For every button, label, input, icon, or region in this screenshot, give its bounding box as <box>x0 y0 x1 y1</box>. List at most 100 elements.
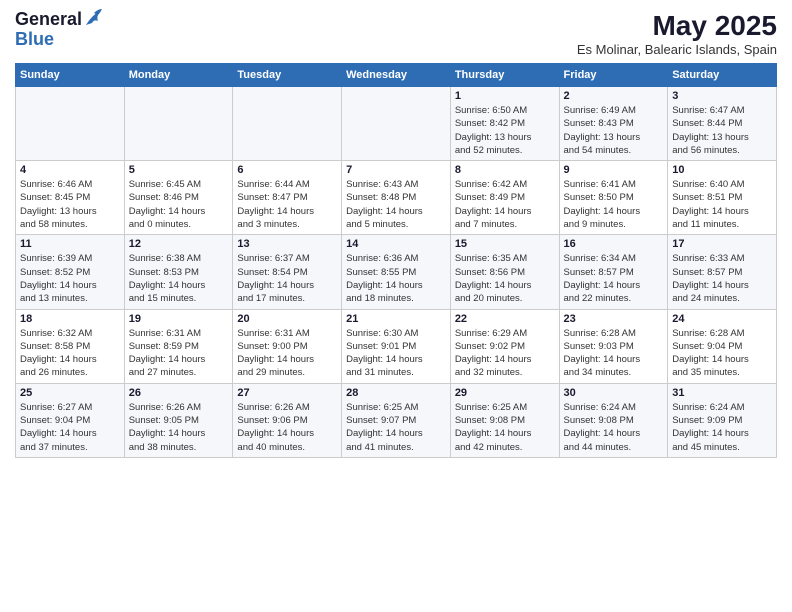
day-info: Sunrise: 6:25 AM Sunset: 9:08 PM Dayligh… <box>455 401 555 454</box>
day-info: Sunrise: 6:49 AM Sunset: 8:43 PM Dayligh… <box>564 104 664 157</box>
calendar-week-row-2: 11 Sunrise: 6:39 AM Sunset: 8:52 PM Dayli… <box>16 235 777 309</box>
day-info: Sunrise: 6:47 AM Sunset: 8:44 PM Dayligh… <box>672 104 772 157</box>
header-saturday: Saturday <box>668 64 777 87</box>
calendar-cell: 22Sunrise: 6:29 AM Sunset: 9:02 PM Dayli… <box>450 309 559 383</box>
day-number: 21 <box>346 313 446 325</box>
day-info: Sunrise: 6:45 AM Sunset: 8:46 PM Dayligh… <box>129 178 229 231</box>
calendar-cell: 29 Sunrise: 6:25 AM Sunset: 9:08 PM Dayli… <box>450 383 559 457</box>
header-monday: Monday <box>124 64 233 87</box>
day-number: 31 <box>672 387 772 399</box>
header-sunday: Sunday <box>16 64 125 87</box>
calendar-cell <box>16 87 125 161</box>
day-number: 19 <box>129 313 229 325</box>
day-number: 23 <box>564 313 664 325</box>
calendar-cell: 17 Sunrise: 6:33 AM Sunset: 8:57 PM Dayli… <box>668 235 777 309</box>
calendar-cell: 30Sunrise: 6:24 AM Sunset: 9:08 PM Dayli… <box>559 383 668 457</box>
day-number: 30 <box>564 387 664 399</box>
day-number: 25 <box>20 387 120 399</box>
day-info: Sunrise: 6:30 AM Sunset: 9:01 PM Dayligh… <box>346 327 446 380</box>
logo-general: General <box>15 10 82 30</box>
day-number: 3 <box>672 90 772 102</box>
calendar-cell: 18Sunrise: 6:32 AM Sunset: 8:58 PM Dayli… <box>16 309 125 383</box>
calendar-week-row-3: 18Sunrise: 6:32 AM Sunset: 8:58 PM Dayli… <box>16 309 777 383</box>
day-info: Sunrise: 6:40 AM Sunset: 8:51 PM Dayligh… <box>672 178 772 231</box>
calendar-cell: 27 Sunrise: 6:26 AM Sunset: 9:06 PM Dayli… <box>233 383 342 457</box>
calendar-cell: 19 Sunrise: 6:31 AM Sunset: 8:59 PM Dayli… <box>124 309 233 383</box>
calendar-cell: 12Sunrise: 6:38 AM Sunset: 8:53 PM Dayli… <box>124 235 233 309</box>
day-number: 10 <box>672 164 772 176</box>
calendar-cell: 20Sunrise: 6:31 AM Sunset: 9:00 PM Dayli… <box>233 309 342 383</box>
day-info: Sunrise: 6:25 AM Sunset: 9:07 PM Dayligh… <box>346 401 446 454</box>
calendar-cell: 1 Sunrise: 6:50 AM Sunset: 8:42 PM Daylig… <box>450 87 559 161</box>
calendar-week-row-0: 1 Sunrise: 6:50 AM Sunset: 8:42 PM Daylig… <box>16 87 777 161</box>
location: Es Molinar, Balearic Islands, Spain <box>577 42 777 57</box>
day-number: 26 <box>129 387 229 399</box>
calendar-cell: 5 Sunrise: 6:45 AM Sunset: 8:46 PM Daylig… <box>124 161 233 235</box>
day-info: Sunrise: 6:28 AM Sunset: 9:04 PM Dayligh… <box>672 327 772 380</box>
day-info: Sunrise: 6:42 AM Sunset: 8:49 PM Dayligh… <box>455 178 555 231</box>
day-info: Sunrise: 6:26 AM Sunset: 9:05 PM Dayligh… <box>129 401 229 454</box>
day-info: Sunrise: 6:33 AM Sunset: 8:57 PM Dayligh… <box>672 252 772 305</box>
calendar-cell: 2 Sunrise: 6:49 AM Sunset: 8:43 PM Daylig… <box>559 87 668 161</box>
day-info: Sunrise: 6:34 AM Sunset: 8:57 PM Dayligh… <box>564 252 664 305</box>
calendar-cell: 26 Sunrise: 6:26 AM Sunset: 9:05 PM Dayli… <box>124 383 233 457</box>
calendar-cell: 7Sunrise: 6:43 AM Sunset: 8:48 PM Daylig… <box>342 161 451 235</box>
calendar-cell: 31 Sunrise: 6:24 AM Sunset: 9:09 PM Dayli… <box>668 383 777 457</box>
day-info: Sunrise: 6:35 AM Sunset: 8:56 PM Dayligh… <box>455 252 555 305</box>
calendar-cell: 23Sunrise: 6:28 AM Sunset: 9:03 PM Dayli… <box>559 309 668 383</box>
calendar-cell: 3 Sunrise: 6:47 AM Sunset: 8:44 PM Daylig… <box>668 87 777 161</box>
calendar-cell: 15 Sunrise: 6:35 AM Sunset: 8:56 PM Dayli… <box>450 235 559 309</box>
header-friday: Friday <box>559 64 668 87</box>
day-number: 28 <box>346 387 446 399</box>
calendar-cell: 24 Sunrise: 6:28 AM Sunset: 9:04 PM Dayli… <box>668 309 777 383</box>
day-number: 29 <box>455 387 555 399</box>
day-number: 1 <box>455 90 555 102</box>
day-info: Sunrise: 6:50 AM Sunset: 8:42 PM Dayligh… <box>455 104 555 157</box>
calendar-cell: 13Sunrise: 6:37 AM Sunset: 8:54 PM Dayli… <box>233 235 342 309</box>
day-number: 27 <box>237 387 337 399</box>
calendar-cell <box>124 87 233 161</box>
day-info: Sunrise: 6:39 AM Sunset: 8:52 PM Dayligh… <box>20 252 120 305</box>
day-number: 15 <box>455 238 555 250</box>
calendar-cell: 25 Sunrise: 6:27 AM Sunset: 9:04 PM Dayli… <box>16 383 125 457</box>
month-title: May 2025 <box>577 10 777 42</box>
day-number: 12 <box>129 238 229 250</box>
day-number: 16 <box>564 238 664 250</box>
day-number: 14 <box>346 238 446 250</box>
logo-blue: Blue <box>15 30 102 50</box>
day-number: 6 <box>237 164 337 176</box>
day-number: 9 <box>564 164 664 176</box>
calendar-cell: 9Sunrise: 6:41 AM Sunset: 8:50 PM Daylig… <box>559 161 668 235</box>
header-wednesday: Wednesday <box>342 64 451 87</box>
calendar-table: Sunday Monday Tuesday Wednesday Thursday… <box>15 63 777 458</box>
day-info: Sunrise: 6:27 AM Sunset: 9:04 PM Dayligh… <box>20 401 120 454</box>
header-thursday: Thursday <box>450 64 559 87</box>
calendar-header-row: Sunday Monday Tuesday Wednesday Thursday… <box>16 64 777 87</box>
day-info: Sunrise: 6:43 AM Sunset: 8:48 PM Dayligh… <box>346 178 446 231</box>
day-number: 8 <box>455 164 555 176</box>
calendar-cell: 14Sunrise: 6:36 AM Sunset: 8:55 PM Dayli… <box>342 235 451 309</box>
calendar-cell: 28 Sunrise: 6:25 AM Sunset: 9:07 PM Dayli… <box>342 383 451 457</box>
day-info: Sunrise: 6:31 AM Sunset: 8:59 PM Dayligh… <box>129 327 229 380</box>
day-number: 18 <box>20 313 120 325</box>
day-info: Sunrise: 6:24 AM Sunset: 9:09 PM Dayligh… <box>672 401 772 454</box>
title-block: May 2025 Es Molinar, Balearic Islands, S… <box>577 10 777 57</box>
calendar-cell: 16 Sunrise: 6:34 AM Sunset: 8:57 PM Dayli… <box>559 235 668 309</box>
day-number: 4 <box>20 164 120 176</box>
header: General Blue May 2025 Es Molinar, Balear… <box>15 10 777 57</box>
page: General Blue May 2025 Es Molinar, Balear… <box>0 0 792 612</box>
calendar-cell: 10 Sunrise: 6:40 AM Sunset: 8:51 PM Dayli… <box>668 161 777 235</box>
calendar-cell: 6Sunrise: 6:44 AM Sunset: 8:47 PM Daylig… <box>233 161 342 235</box>
day-number: 17 <box>672 238 772 250</box>
day-number: 2 <box>564 90 664 102</box>
day-number: 20 <box>237 313 337 325</box>
day-info: Sunrise: 6:46 AM Sunset: 8:45 PM Dayligh… <box>20 178 120 231</box>
day-info: Sunrise: 6:26 AM Sunset: 9:06 PM Dayligh… <box>237 401 337 454</box>
header-tuesday: Tuesday <box>233 64 342 87</box>
day-info: Sunrise: 6:29 AM Sunset: 9:02 PM Dayligh… <box>455 327 555 380</box>
calendar-cell: 11 Sunrise: 6:39 AM Sunset: 8:52 PM Dayli… <box>16 235 125 309</box>
calendar-week-row-4: 25 Sunrise: 6:27 AM Sunset: 9:04 PM Dayli… <box>16 383 777 457</box>
day-number: 11 <box>20 238 120 250</box>
day-number: 5 <box>129 164 229 176</box>
day-number: 24 <box>672 313 772 325</box>
